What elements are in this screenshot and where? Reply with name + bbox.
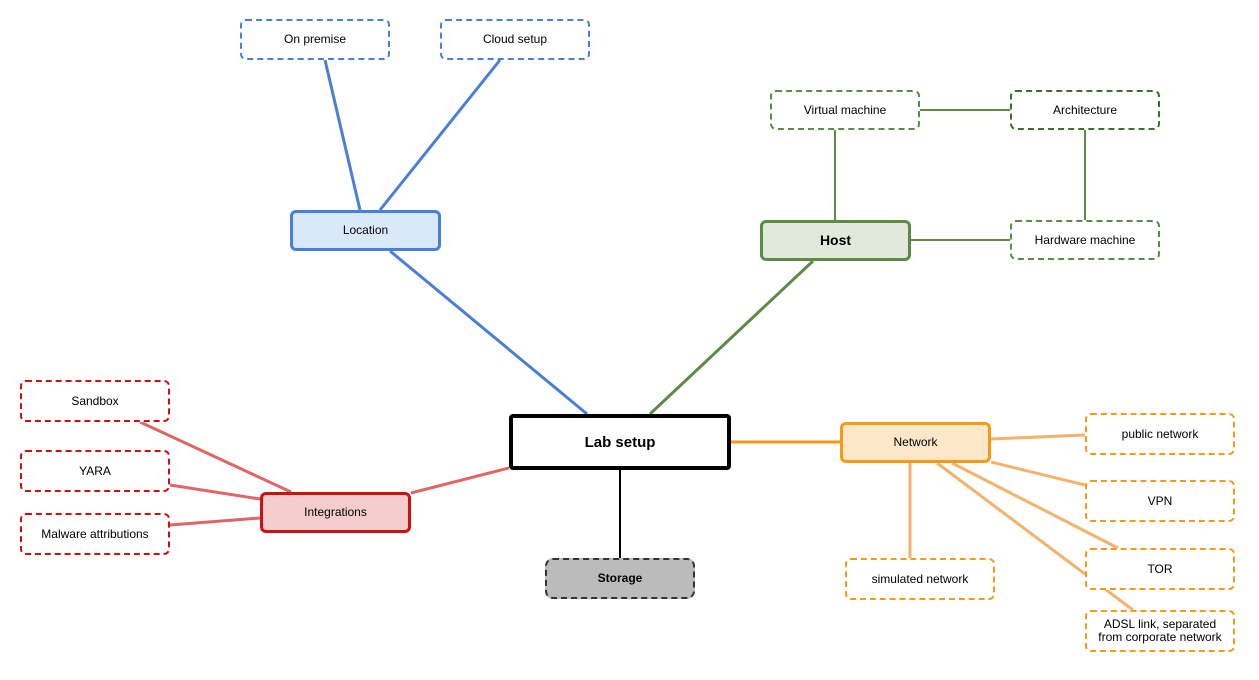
node-tor[interactable]: TOR (1085, 548, 1235, 590)
edge-location-on-premise (323, 59, 362, 211)
node-vpn[interactable]: VPN (1085, 480, 1235, 522)
node-sandbox[interactable]: Sandbox (20, 380, 170, 422)
node-network[interactable]: Network (840, 422, 991, 463)
edge-lab-location (389, 249, 588, 416)
node-storage[interactable]: Storage (545, 558, 695, 599)
node-public-network[interactable]: public network (1085, 413, 1235, 455)
edge-network-vpn (990, 460, 1086, 487)
edge-integrations-malware-attributions (169, 516, 261, 527)
node-host[interactable]: Host (760, 220, 911, 261)
edge-lab-integrations (410, 466, 510, 495)
node-adsl-link[interactable]: ADSL link, separated from corporate netw… (1085, 610, 1235, 652)
edge-location-cloud-setup (378, 59, 502, 211)
node-hardware-machine[interactable]: Hardware machine (1010, 220, 1160, 260)
node-cloud-setup[interactable]: Cloud setup (440, 19, 590, 60)
node-on-premise[interactable]: On premise (240, 19, 390, 60)
node-virtual-machine[interactable]: Virtual machine (770, 90, 920, 130)
edge-lab-host (648, 259, 815, 416)
edge-integrations-yara (169, 483, 261, 501)
node-integrations[interactable]: Integrations (260, 492, 411, 533)
node-yara[interactable]: YARA (20, 450, 170, 492)
node-architecture[interactable]: Architecture (1010, 90, 1160, 130)
node-simulated-network[interactable]: simulated network (845, 558, 995, 600)
node-lab-setup[interactable]: Lab setup (509, 414, 731, 470)
edge-network-public-network (990, 433, 1086, 441)
node-malware-attributions[interactable]: Malware attributions (20, 513, 170, 555)
node-location[interactable]: Location (290, 210, 441, 251)
